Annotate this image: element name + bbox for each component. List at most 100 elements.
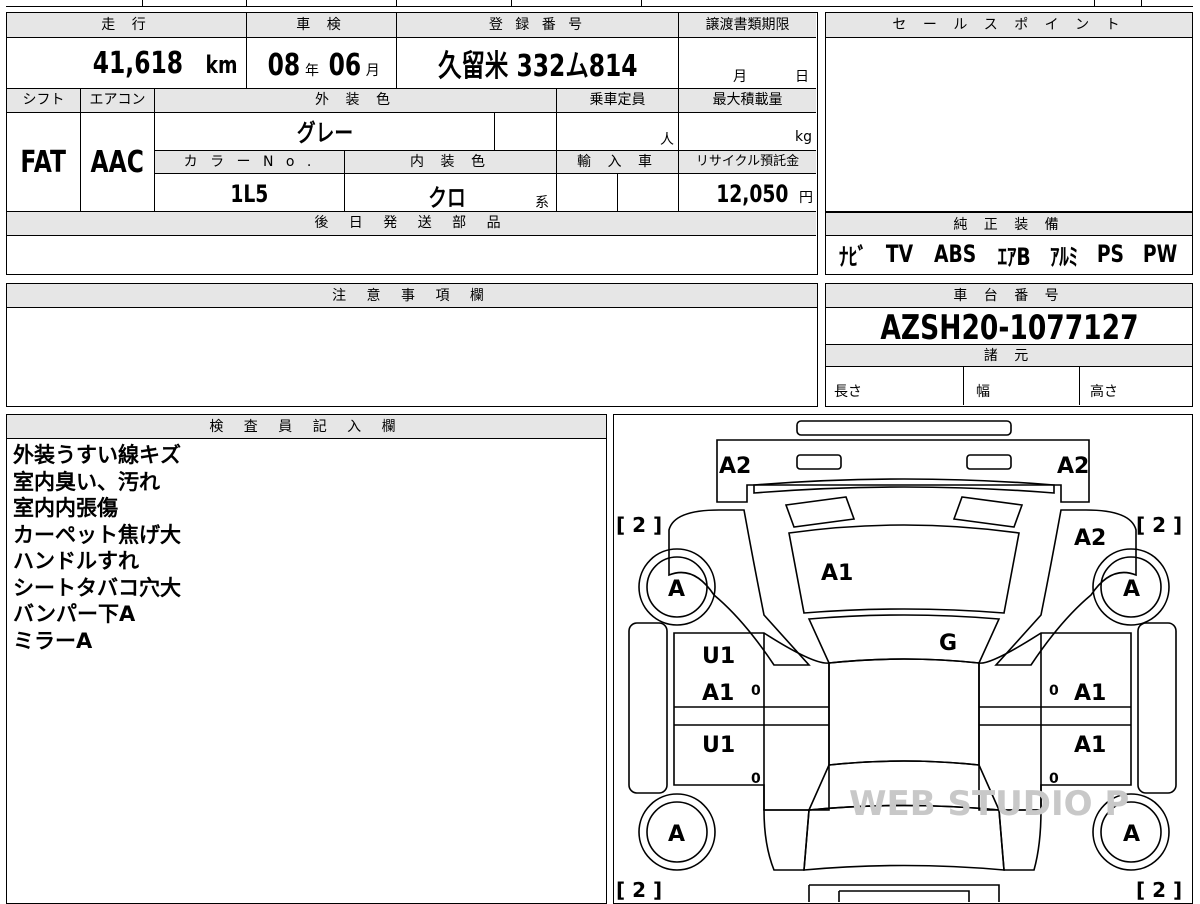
transfer-label: 譲渡書類期限 xyxy=(705,17,790,33)
equipment-navi: ﾅﾋﾞ xyxy=(839,242,868,271)
capacity-label: 乗車定員 xyxy=(589,92,646,108)
equipment-box: 純 正 装 備 ﾅﾋﾞ TV ABS ｴｱB ｱﾙﾐ PS PW xyxy=(825,212,1193,275)
mark-left-rear-door: U1 xyxy=(702,733,735,758)
exterior-label: 外 装 色 xyxy=(315,92,396,108)
transfer-cell: 月 日 xyxy=(679,38,816,89)
inspector-notes-list: 外装うすい線キズ 室内臭い、汚れ 室内内張傷 カーペット焦げ大 ハンドルすれ シ… xyxy=(13,442,181,654)
inspector-note: 室内内張傷 xyxy=(13,496,118,520)
tread-rl: [ 2 ] xyxy=(616,878,662,902)
shift-header: シフト xyxy=(7,89,81,113)
plate-label: 登 録 番 号 xyxy=(488,17,587,33)
mark-hood: A1 xyxy=(821,561,853,586)
chassis-box: 車 台 番 号 AZSH20-1077127 諸 元 長さ 幅 高さ xyxy=(825,283,1193,407)
recycle-header: リサイクル預託金 xyxy=(679,151,816,174)
interior-label: 内 装 色 xyxy=(410,154,491,170)
sales-point-box: セ ー ル ス ポ イ ン ト xyxy=(825,12,1193,212)
interior-cell: クロ 系 xyxy=(345,174,557,212)
specs-label: 諸 元 xyxy=(826,345,1192,367)
plate-value: 久留米 332ム814 xyxy=(437,49,638,84)
inspector-note: 外装うすい線キズ xyxy=(13,443,181,467)
plate-header: 登 録 番 号 xyxy=(397,13,679,38)
tread-fr: [ 2 ] xyxy=(1136,513,1182,537)
mark-windshield: G xyxy=(939,631,957,656)
inspector-note: ハンドルすれ xyxy=(13,549,139,573)
color-no-value: 1L5 xyxy=(230,180,269,208)
import-cell-2 xyxy=(618,174,679,212)
mileage-cell: 41,618 km xyxy=(7,38,247,89)
chassis-number: AZSH20-1077127 xyxy=(879,308,1139,348)
equipment-pw: PW xyxy=(1143,240,1178,268)
inspector-note: ミラーA xyxy=(13,628,93,653)
interior-value: クロ xyxy=(428,184,466,212)
mark-tire-fl: A xyxy=(668,577,685,602)
inspector-note: シートタバコ穴大 xyxy=(13,575,181,600)
windshield-panel xyxy=(807,614,1001,664)
left-front-fender xyxy=(668,509,811,666)
fog-left xyxy=(784,496,856,528)
equipment-label: 純 正 装 備 xyxy=(826,212,1192,236)
capacity-header: 乗車定員 xyxy=(557,89,679,113)
aircon-value: AAC xyxy=(90,145,145,180)
plate-cell: 久留米 332ム814 xyxy=(397,38,679,89)
caution-label: 注 意 事 項 欄 xyxy=(7,284,817,308)
car-diagram-box: A2 A2 A2 A1 G U1 A1 A1 U1 A1 A A A A [ 2… xyxy=(613,414,1193,904)
shift-label: シフト xyxy=(22,92,65,108)
right-rocker xyxy=(1137,622,1177,794)
later-parts-label: 後 日 発 送 部 品 xyxy=(314,215,509,231)
specs-length: 長さ xyxy=(826,367,964,405)
equipment-alloy: ｱﾙﾐ xyxy=(1049,242,1079,271)
inspector-box: 検 査 員 記 入 欄 外装うすい線キズ 室内臭い、汚れ 室内内張傷 カーペット… xyxy=(6,414,607,904)
length-label: 長さ xyxy=(834,384,862,400)
color-no-header: カ ラ ー N o . xyxy=(155,151,345,174)
maxload-label: 最大積載量 xyxy=(712,92,783,108)
mark-right-rear-door: A1 xyxy=(1074,733,1106,758)
tread-rr: [ 2 ] xyxy=(1136,878,1182,902)
aircon-cell: AAC xyxy=(81,113,155,212)
chassis-number-cell: AZSH20-1077127 xyxy=(826,308,1192,348)
recycle-label: リサイクル預託金 xyxy=(695,154,800,169)
inspector-note: カーペット焦げ大 xyxy=(13,522,181,547)
mark-right-front-door: A1 xyxy=(1074,681,1106,706)
caution-box: 注 意 事 項 欄 xyxy=(6,283,818,407)
maxload-header: 最大積載量 xyxy=(679,89,816,113)
door-zero-2: 0 xyxy=(1049,683,1059,699)
interior-suffix: 系 xyxy=(535,195,549,211)
mileage-unit: km xyxy=(205,51,238,79)
capacity-unit: 人 xyxy=(660,132,674,148)
inspector-label: 検 査 員 記 入 欄 xyxy=(7,415,606,439)
front-bumper-bar xyxy=(796,420,1012,436)
equipment-abs: ABS xyxy=(933,240,977,268)
maxload-cell: kg xyxy=(679,113,816,151)
specs-width: 幅 xyxy=(964,367,1080,405)
chassis-label: 車 台 番 号 xyxy=(826,284,1192,308)
top-cropped-strip xyxy=(6,0,1193,7)
height-label: 高さ xyxy=(1090,384,1118,400)
later-parts-header: 後 日 発 送 部 品 xyxy=(7,212,816,236)
mark-tire-rr: A xyxy=(1123,822,1140,847)
color-no-label: カ ラ ー N o . xyxy=(183,154,316,170)
exterior-cell: グレー xyxy=(155,113,495,151)
import-label: 輸 入 車 xyxy=(577,154,658,170)
import-cell-1 xyxy=(557,174,618,212)
mark-right-fender: A2 xyxy=(1074,526,1106,551)
shaken-cell: 08 年 06 月 xyxy=(247,38,397,89)
capacity-cell: 人 xyxy=(557,113,679,151)
equipment-airbag: ｴｱB xyxy=(997,242,1031,271)
transfer-header: 譲渡書類期限 xyxy=(679,13,816,38)
shaken-year-unit: 年 xyxy=(304,63,319,79)
mileage-value: 41,618 xyxy=(92,46,184,81)
mark-tire-rl: A xyxy=(668,822,685,847)
equipment-list: ﾅﾋﾞ TV ABS ｴｱB ｱﾙﾐ PS PW xyxy=(826,236,1192,272)
aircon-label: エアコン xyxy=(89,92,146,108)
headlight-left xyxy=(796,454,842,470)
exterior-header: 外 装 色 xyxy=(155,89,557,113)
mark-front-right: A2 xyxy=(1057,454,1089,479)
aircon-header: エアコン xyxy=(81,89,155,113)
exterior-extra-cell xyxy=(495,113,557,151)
roof-panel xyxy=(828,658,980,766)
import-header: 輸 入 車 xyxy=(557,151,679,174)
door-zero-3: 0 xyxy=(751,771,761,787)
front-panel xyxy=(716,439,1090,503)
left-rocker xyxy=(628,622,668,794)
equipment-ps: PS xyxy=(1096,240,1124,268)
